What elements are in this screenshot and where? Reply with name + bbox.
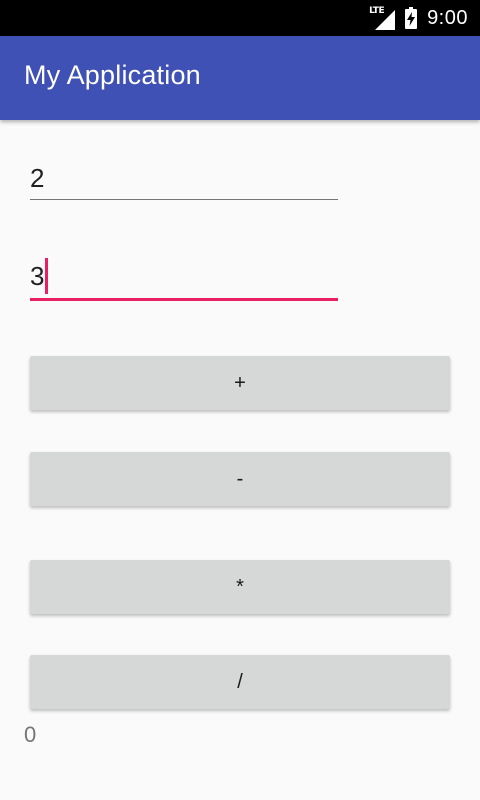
charging-bolt-icon (407, 12, 416, 26)
text-cursor (45, 258, 49, 294)
add-button[interactable]: + (30, 356, 450, 410)
second-number-underline (30, 298, 338, 301)
multiply-button[interactable]: * (30, 560, 450, 614)
second-number-field[interactable]: 3 (30, 256, 338, 301)
result-text: 0 (24, 722, 37, 747)
first-number-value[interactable]: 2 (30, 163, 44, 194)
signal-strength-icon (375, 10, 396, 30)
lte-signal-icon: LTE (369, 6, 396, 30)
second-number-value[interactable]: 3 (30, 258, 49, 294)
divide-button[interactable]: / (30, 655, 450, 709)
battery-charging-icon (405, 7, 418, 29)
status-clock: 9:00 (427, 6, 468, 29)
app-bar: My Application (0, 36, 480, 120)
app-title: My Application (24, 60, 201, 90)
second-number-text: 3 (30, 260, 45, 291)
first-number-text: 2 (30, 163, 45, 193)
status-icons: LTE 9:00 (369, 0, 468, 36)
subtract-button[interactable]: - (30, 452, 450, 506)
status-bar: LTE 9:00 (0, 0, 480, 36)
first-number-field[interactable]: 2 (30, 156, 338, 200)
first-number-underline (30, 199, 338, 200)
